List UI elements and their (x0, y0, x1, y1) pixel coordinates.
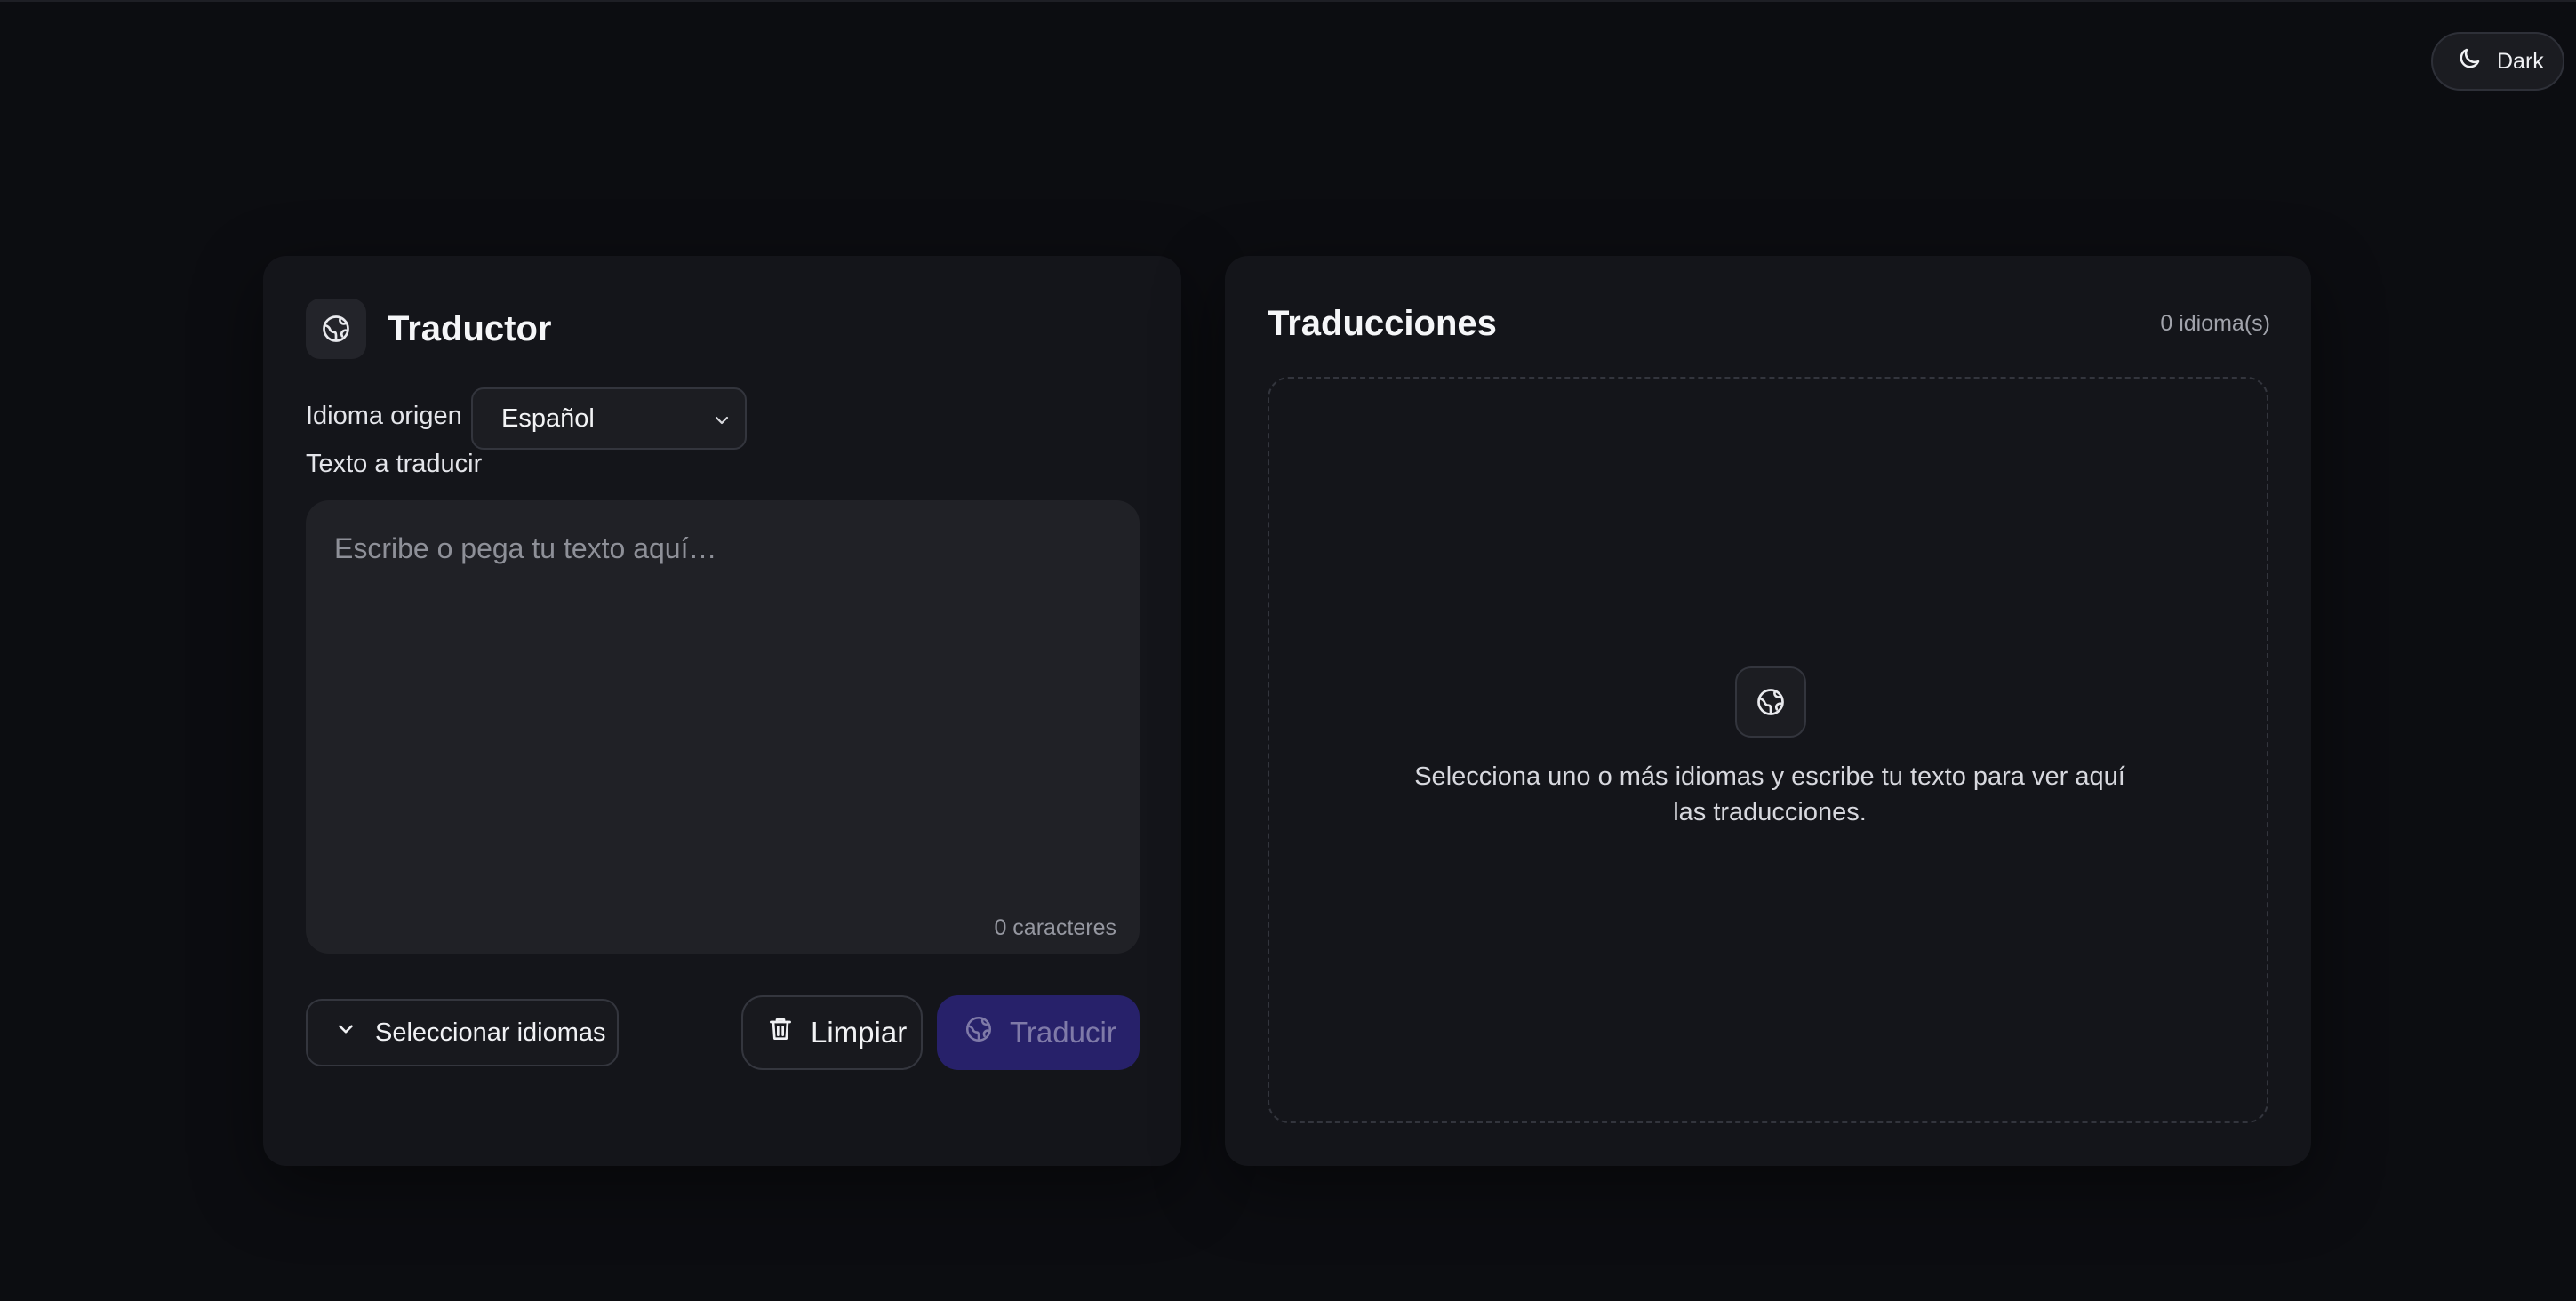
clear-button[interactable]: Limpiar (741, 995, 923, 1070)
moon-icon (2456, 45, 2483, 78)
source-language-select[interactable]: Español (471, 387, 747, 450)
chevron-down-icon (334, 1018, 357, 1048)
language-count: 0 idioma(s) (2160, 311, 2270, 336)
translations-results: Selecciona uno o más idiomas y escribe t… (1268, 377, 2268, 1123)
clear-label: Limpiar (811, 1016, 908, 1049)
text-input-placeholder: Escribe o pega tu texto aquí… (334, 532, 717, 564)
globe-icon (306, 299, 366, 359)
select-languages-button[interactable]: Seleccionar idiomas (306, 999, 619, 1066)
trash-icon (766, 1015, 795, 1050)
translator-card: Traductor Idioma origen Español Texto a … (263, 256, 1181, 1166)
empty-state-message: Selecciona uno o más idiomas y escribe t… (1414, 762, 2125, 826)
text-to-translate-input[interactable]: Escribe o pega tu texto aquí… 0 caracter… (306, 500, 1140, 954)
source-language-value: Español (501, 403, 595, 433)
translations-title: Traducciones (1268, 304, 1497, 343)
character-count: 0 caracteres (994, 915, 1116, 940)
theme-toggle-label: Dark (2497, 48, 2544, 74)
source-language-label: Idioma origen (306, 402, 462, 430)
theme-toggle-button[interactable]: Dark (2431, 32, 2564, 91)
top-border (0, 0, 2576, 2)
translate-button[interactable]: Traducir (937, 995, 1140, 1070)
globe-icon (1735, 666, 1806, 738)
translations-card: Traducciones 0 idioma(s) Selecciona uno … (1225, 256, 2311, 1166)
globe-icon (964, 1014, 994, 1051)
translator-title: Traductor (388, 309, 552, 348)
select-languages-label: Seleccionar idiomas (375, 1018, 606, 1047)
text-to-translate-label: Texto a traducir (306, 450, 483, 478)
translate-label: Traducir (1010, 1016, 1116, 1049)
chevron-down-icon (711, 409, 732, 430)
